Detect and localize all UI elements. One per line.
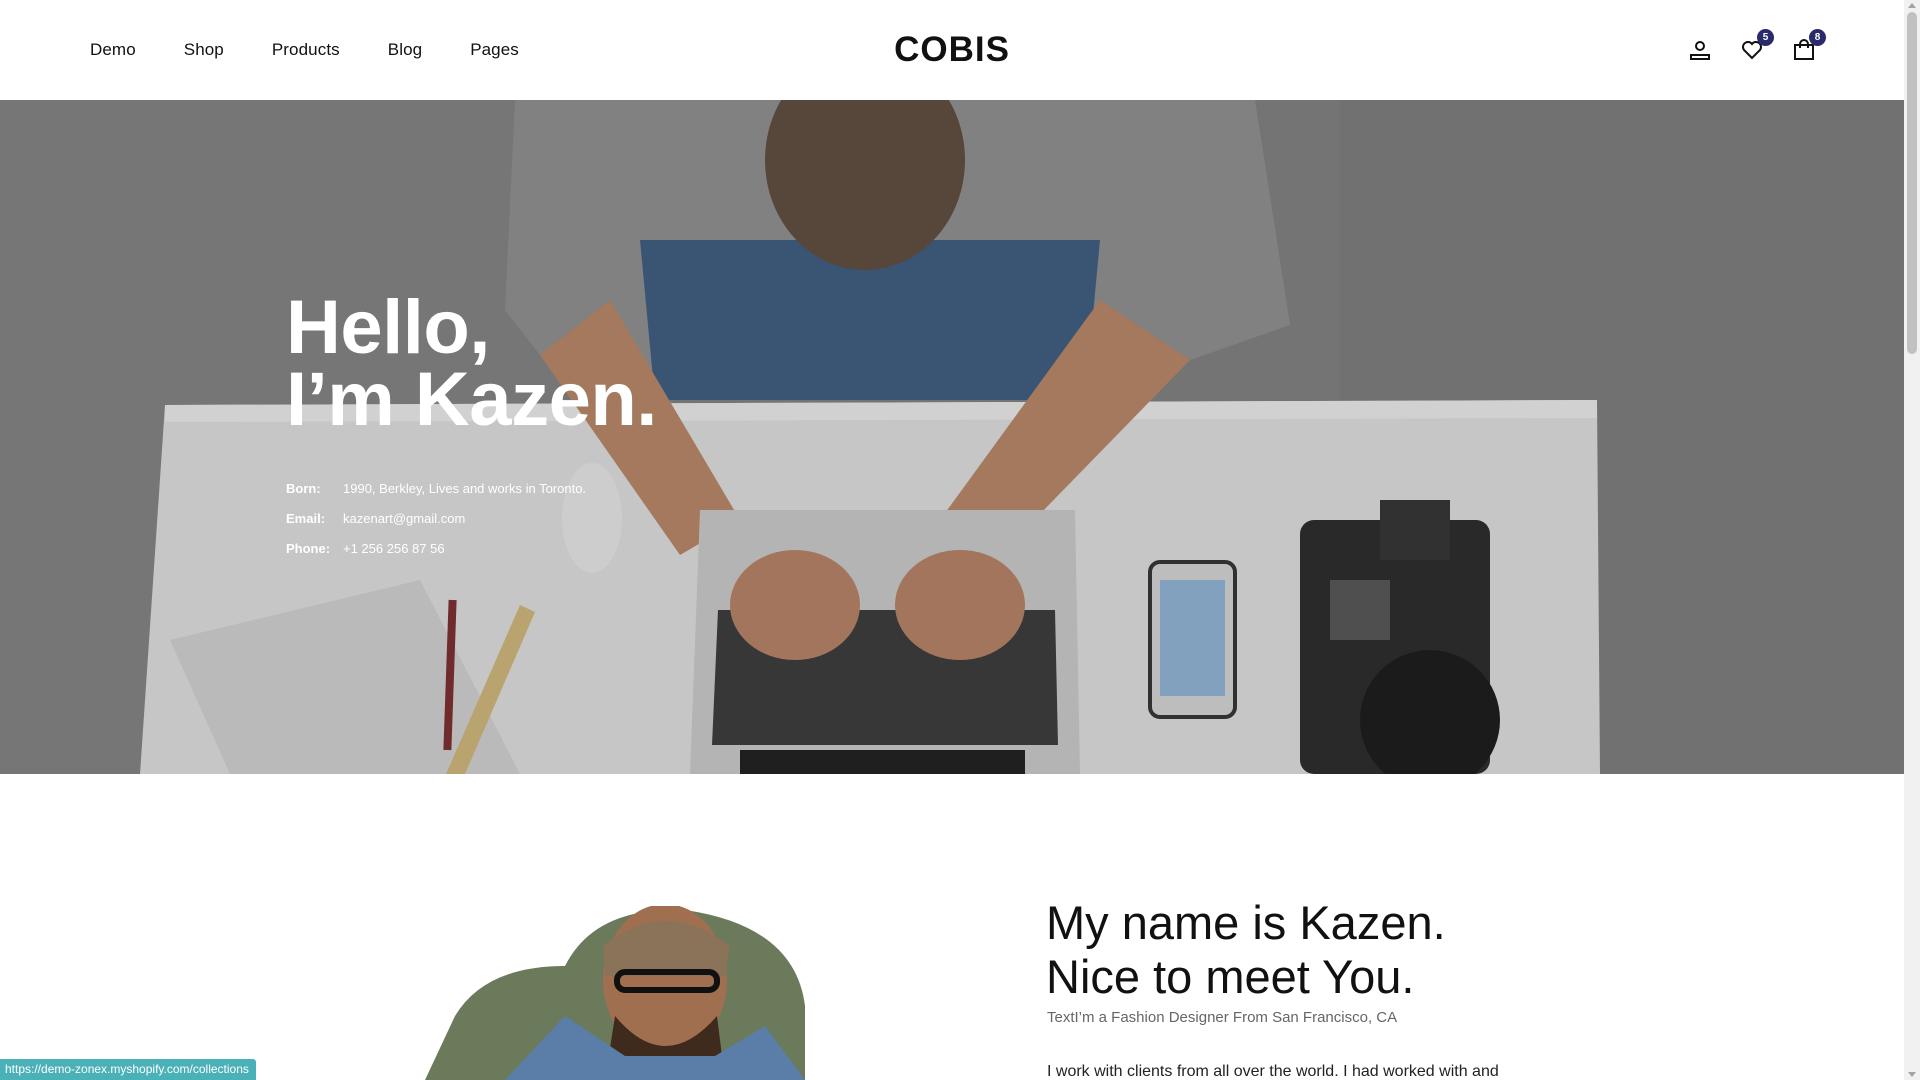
about-title-line-1: My name is Kazen. <box>1046 896 1446 949</box>
about-portrait-image <box>425 906 805 1080</box>
wishlist-button[interactable]: 5 <box>1740 29 1774 62</box>
wishlist-count-badge: 5 <box>1757 29 1774 46</box>
nav-pages[interactable]: Pages <box>470 40 519 60</box>
account-button[interactable] <box>1688 38 1712 62</box>
site-header: Demo Shop Products Blog Pages COBIS 5 8 <box>0 0 1904 100</box>
scroll-up-arrow-icon[interactable] <box>1908 3 1916 8</box>
nav-demo[interactable]: Demo <box>90 40 136 60</box>
header-icons: 5 8 <box>1688 0 1826 100</box>
about-subtitle: TextI’m a Fashion Designer From San Fran… <box>1047 1009 1398 1026</box>
hero-info-list: Born: 1990, Berkley, Lives and works in … <box>286 474 657 564</box>
info-value: +1 256 256 87 56 <box>343 541 445 556</box>
hero-title-line-2: I’m Kazen. <box>286 357 657 442</box>
info-row-email: Email: kazenart@gmail.com <box>286 504 657 534</box>
site-logo[interactable]: COBIS <box>894 30 1010 70</box>
info-value: kazenart@gmail.com <box>343 511 466 526</box>
hero-title-line-1: Hello, <box>286 285 490 370</box>
info-label: Born: <box>286 481 321 496</box>
scroll-down-arrow-icon[interactable] <box>1908 1072 1916 1077</box>
info-label: Phone: <box>286 541 331 556</box>
hero-section: Hello, I’m Kazen. Born: 1990, Berkley, L… <box>0 100 1904 774</box>
info-value: 1990, Berkley, Lives and works in Toront… <box>343 481 587 496</box>
cart-button[interactable]: 8 <box>1792 29 1826 62</box>
user-icon <box>1690 41 1710 60</box>
nav-blog[interactable]: Blog <box>388 40 422 60</box>
page-scrollbar[interactable] <box>1904 0 1920 1080</box>
about-body-text: I work with clients from all over the wo… <box>1047 1063 1499 1080</box>
about-title: My name is Kazen. Nice to meet You. <box>1046 896 1446 1004</box>
hero-title: Hello, I’m Kazen. <box>286 285 657 442</box>
about-title-line-2: Nice to meet You. <box>1046 950 1415 1003</box>
hero-text: Hello, I’m Kazen. Born: 1990, Berkley, L… <box>286 285 657 564</box>
nav-products[interactable]: Products <box>272 40 340 60</box>
info-label: Email: <box>286 511 326 526</box>
info-row-born: Born: 1990, Berkley, Lives and works in … <box>286 474 657 504</box>
scrollbar-thumb[interactable] <box>1907 12 1917 354</box>
info-row-phone: Phone: +1 256 256 87 56 <box>286 534 657 564</box>
status-bar-url: https://demo-zonex.myshopify.com/collect… <box>0 1059 256 1080</box>
nav-shop[interactable]: Shop <box>184 40 224 60</box>
cart-count-badge: 8 <box>1809 29 1826 46</box>
main-nav: Demo Shop Products Blog Pages <box>90 0 519 100</box>
